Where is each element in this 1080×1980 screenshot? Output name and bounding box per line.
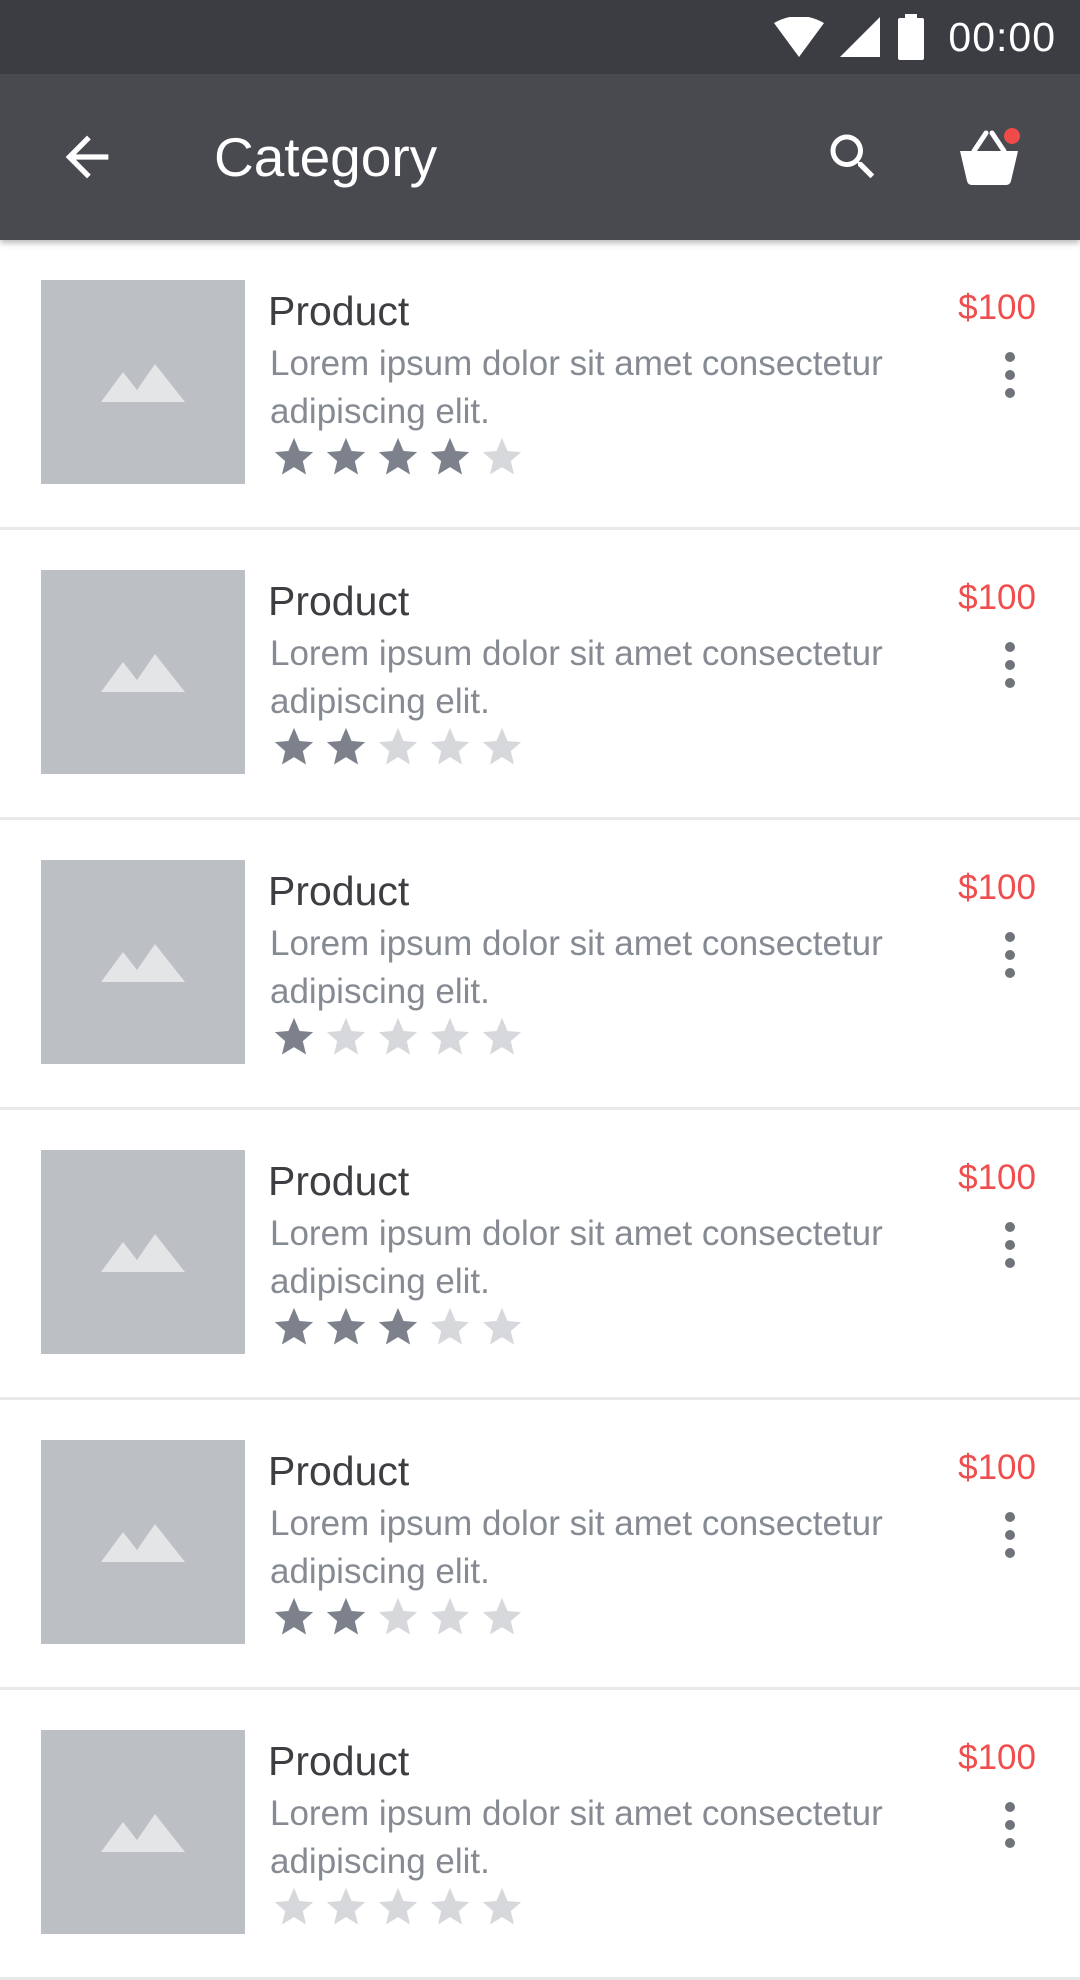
product-description: Lorem ipsum dolor sit amet consectetur a… — [270, 344, 883, 431]
star-filled-icon — [268, 432, 320, 480]
product-name: Product — [268, 868, 410, 914]
star-filled-icon — [320, 722, 372, 770]
star-filled-icon — [320, 1592, 372, 1640]
wifi-icon — [774, 17, 825, 57]
product-description: Lorem ipsum dolor sit amet consectetur a… — [270, 924, 883, 1011]
signal-icon — [840, 17, 881, 57]
product-rating — [268, 722, 528, 770]
image-placeholder-icon — [101, 1234, 185, 1272]
product-price: $100 — [958, 578, 1036, 617]
star-filled-icon — [320, 432, 372, 480]
star-filled-icon — [372, 432, 424, 480]
product-name: Product — [268, 1448, 410, 1494]
star-empty-icon — [476, 1592, 528, 1640]
back-button[interactable] — [32, 102, 142, 212]
star-empty-icon — [372, 722, 424, 770]
product-image-placeholder — [41, 1150, 245, 1354]
product-price: $100 — [958, 288, 1036, 327]
product-list-item[interactable]: Product Lorem ipsum dolor sit amet conse… — [0, 530, 1080, 820]
product-price: $100 — [958, 1448, 1036, 1487]
product-list-item[interactable]: Product Lorem ipsum dolor sit amet conse… — [0, 240, 1080, 530]
image-placeholder-icon — [101, 1814, 185, 1852]
product-rating — [268, 1882, 528, 1930]
product-list-item[interactable]: Product Lorem ipsum dolor sit amet conse… — [0, 1400, 1080, 1690]
product-rating — [268, 1302, 528, 1350]
image-placeholder-icon — [101, 364, 185, 402]
image-placeholder-icon — [101, 1524, 185, 1562]
star-empty-icon — [476, 1302, 528, 1350]
search-icon — [830, 134, 875, 179]
product-rating — [268, 432, 528, 480]
cart-button[interactable] — [934, 102, 1044, 212]
product-image-placeholder — [41, 570, 245, 774]
cart-notification-badge — [1004, 128, 1020, 144]
more-vert-icon — [1005, 1802, 1015, 1812]
product-rating — [268, 1012, 528, 1060]
product-image-placeholder — [41, 860, 245, 1064]
product-list: Product Lorem ipsum dolor sit amet conse… — [0, 240, 1080, 1980]
star-empty-icon — [268, 1882, 320, 1930]
product-list-item[interactable]: Product Lorem ipsum dolor sit amet conse… — [0, 1690, 1080, 1980]
star-filled-icon — [372, 1302, 424, 1350]
star-filled-icon — [268, 722, 320, 770]
product-price: $100 — [958, 868, 1036, 907]
product-name: Product — [268, 1738, 410, 1784]
page-title: Category — [214, 126, 438, 188]
more-vert-icon — [1005, 932, 1015, 942]
search-button[interactable] — [798, 102, 908, 212]
product-description: Lorem ipsum dolor sit amet consectetur a… — [270, 1214, 883, 1301]
star-filled-icon — [320, 1302, 372, 1350]
more-options-button[interactable] — [992, 1490, 1028, 1580]
star-empty-icon — [372, 1012, 424, 1060]
app-bar: Category — [0, 74, 1080, 240]
product-list-item[interactable]: Product Lorem ipsum dolor sit amet conse… — [0, 1110, 1080, 1400]
more-options-button[interactable] — [992, 910, 1028, 1000]
product-name: Product — [268, 578, 410, 624]
star-empty-icon — [424, 1882, 476, 1930]
product-description: Lorem ipsum dolor sit amet consectetur a… — [270, 1794, 883, 1881]
star-empty-icon — [372, 1592, 424, 1640]
more-vert-icon — [1005, 352, 1015, 362]
star-empty-icon — [424, 1592, 476, 1640]
star-empty-icon — [476, 1012, 528, 1060]
battery-icon — [896, 14, 926, 60]
star-empty-icon — [320, 1012, 372, 1060]
more-vert-icon — [1005, 1222, 1015, 1232]
product-list-item[interactable]: Product Lorem ipsum dolor sit amet conse… — [0, 820, 1080, 1110]
more-options-button[interactable] — [992, 1780, 1028, 1870]
star-empty-icon — [476, 1882, 528, 1930]
image-placeholder-icon — [101, 654, 185, 692]
product-price: $100 — [958, 1738, 1036, 1777]
product-description: Lorem ipsum dolor sit amet consectetur a… — [270, 634, 883, 721]
star-empty-icon — [424, 1012, 476, 1060]
more-options-button[interactable] — [992, 1200, 1028, 1290]
more-vert-icon — [1005, 642, 1015, 652]
star-filled-icon — [268, 1012, 320, 1060]
more-options-button[interactable] — [992, 330, 1028, 420]
star-filled-icon — [424, 432, 476, 480]
star-empty-icon — [476, 722, 528, 770]
product-name: Product — [268, 1158, 410, 1204]
image-placeholder-icon — [101, 944, 185, 982]
status-bar: 00:00 — [0, 0, 1080, 74]
more-options-button[interactable] — [992, 620, 1028, 710]
star-empty-icon — [372, 1882, 424, 1930]
product-image-placeholder — [41, 1440, 245, 1644]
product-image-placeholder — [41, 280, 245, 484]
star-filled-icon — [268, 1302, 320, 1350]
product-description: Lorem ipsum dolor sit amet consectetur a… — [270, 1504, 883, 1591]
star-filled-icon — [268, 1592, 320, 1640]
more-vert-icon — [1005, 1512, 1015, 1522]
star-empty-icon — [320, 1882, 372, 1930]
product-price: $100 — [958, 1158, 1036, 1197]
product-rating — [268, 1592, 528, 1640]
star-empty-icon — [476, 432, 528, 480]
product-image-placeholder — [41, 1730, 245, 1934]
star-empty-icon — [424, 722, 476, 770]
star-empty-icon — [424, 1302, 476, 1350]
arrow-back-icon — [65, 135, 109, 179]
product-name: Product — [268, 288, 410, 334]
clock-time: 00:00 — [948, 13, 1056, 60]
